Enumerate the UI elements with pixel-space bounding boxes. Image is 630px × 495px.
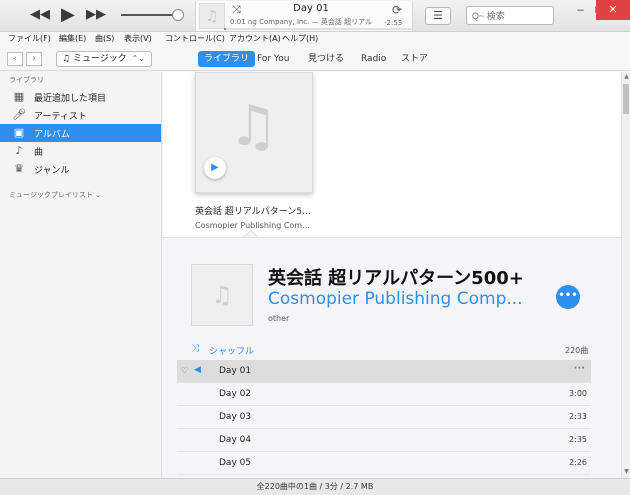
track-row[interactable]: Day 03 2:33 — [177, 406, 591, 429]
menu-song[interactable]: 曲(S) — [95, 33, 114, 44]
tab-radio[interactable]: Radio — [355, 51, 392, 67]
now-playing-title: Day 01 — [293, 3, 329, 14]
more-options-button[interactable]: ••• — [556, 285, 580, 309]
status-bar: 全220曲中の1曲 / 3分 / 2.7 MB — [0, 478, 630, 495]
navigation-bar: ‹ › ♫ ミュージック ⌃⌄ ライブラリ For You 見つける Radio… — [0, 47, 630, 71]
track-row[interactable]: ♡ ◀ Day 01 ··· — [177, 360, 591, 383]
fast-forward-icon[interactable]: ▶▶ — [86, 7, 106, 22]
track-duration: 3:00 — [569, 389, 587, 398]
album-detail-panel: ♫ 英会話 超リアルパターン500+ Cosmopier Publishing … — [163, 237, 621, 478]
sidebar-item-label: 曲 — [34, 148, 44, 158]
track-more-button[interactable]: ··· — [574, 363, 585, 374]
genre-icon: ♛ — [14, 162, 24, 175]
play-icon: ▶ — [211, 162, 219, 173]
menu-controls[interactable]: コントロール(C) — [165, 33, 225, 44]
sidebar-item-recently-added[interactable]: ▦ 最近追加した項目 — [0, 88, 161, 106]
play-icon[interactable]: ▶ — [61, 4, 75, 25]
now-playing-subtitle: 0:01 ng Company, Inc. — 英会話 超リアル — [230, 17, 396, 27]
music-note-icon: ♫ — [62, 54, 71, 64]
menu-file[interactable]: ファイル(F) — [8, 33, 51, 44]
progress-fill — [224, 28, 226, 30]
forward-button[interactable]: › — [26, 52, 42, 66]
repeat-icon[interactable]: ⟳ — [392, 3, 402, 17]
volume-slider[interactable] — [121, 14, 177, 16]
scroll-up-arrow[interactable]: ▲ — [622, 72, 630, 81]
elapsed-time: 0:01 — [230, 18, 246, 26]
rewind-icon[interactable]: ◀◀ — [30, 7, 50, 22]
sidebar: ライブラリ ▦ 最近追加した項目 🎤︎ アーティスト ▣ アルバム ♪ 曲 ♛ … — [0, 72, 162, 478]
sidebar-item-songs[interactable]: ♪ 曲 — [0, 142, 161, 160]
back-button[interactable]: ‹ — [7, 52, 23, 66]
volume-knob[interactable] — [172, 9, 184, 21]
up-next-list-button[interactable]: ☰ — [425, 7, 451, 25]
music-note-icon: ♫ — [199, 3, 225, 29]
track-duration: 2:35 — [569, 435, 587, 444]
sidebar-item-label: ジャンル — [34, 166, 70, 176]
music-note-icon: ♫ — [211, 281, 233, 309]
ellipsis-icon: ••• — [558, 290, 578, 301]
play-album-button[interactable]: ▶ — [204, 157, 226, 179]
player-bar: ◀◀ ▶ ▶▶ ♫ ⤨ Day 01 0:01 ng Company, Inc.… — [0, 0, 630, 32]
album-tile-artist[interactable]: Cosmopier Publishing Com... — [195, 221, 310, 230]
sidebar-item-label: 最近追加した項目 — [34, 94, 107, 104]
album-view: ♫ ▶ 英会話 超リアルパターン5... Cosmopier Publishin… — [163, 72, 621, 478]
track-row[interactable]: Day 05 2:26 — [177, 452, 591, 475]
search-input[interactable] — [466, 6, 554, 25]
scroll-down-arrow[interactable]: ▼ — [622, 467, 630, 476]
now-playing-display: ♫ ⤨ Day 01 0:01 ng Company, Inc. — 英会話 超… — [195, 1, 414, 31]
shuffle-icon: ⤨ — [191, 343, 199, 354]
music-note-icon: ♪ — [15, 144, 23, 157]
library-heading: ライブラリ — [9, 76, 44, 84]
close-button[interactable]: ✕ — [596, 0, 630, 20]
media-type-label: ミュージック — [72, 54, 127, 64]
tab-library[interactable]: ライブラリ — [198, 51, 256, 67]
album-artwork: ♫ — [191, 264, 253, 326]
track-name: Day 01 — [219, 366, 252, 376]
music-playlists-heading[interactable]: ミュージックプレイリスト ⌄ — [9, 190, 101, 200]
menu-view[interactable]: 表示(V) — [124, 33, 152, 44]
scroll-thumb[interactable] — [623, 84, 629, 114]
sidebar-item-artists[interactable]: 🎤︎ アーティスト — [0, 106, 161, 124]
sidebar-item-albums[interactable]: ▣ アルバム — [0, 124, 161, 142]
track-name: Day 04 — [219, 435, 252, 445]
track-row[interactable]: Day 04 2:35 — [177, 429, 591, 452]
album-artwork-tile[interactable]: ♫ ▶ — [195, 72, 313, 193]
album-icon: ▣ — [13, 126, 25, 139]
tab-store[interactable]: ストア — [395, 51, 434, 67]
shuffle-icon[interactable]: ⤨ — [232, 3, 241, 17]
list-icon: ☰ — [433, 9, 443, 22]
menu-account[interactable]: アカウント(A) — [229, 33, 281, 44]
album-artist-link[interactable]: Cosmopier Publishing Comp... — [268, 289, 523, 309]
microphone-icon: 🎤︎ — [12, 108, 26, 121]
speaker-icon: ◀ — [194, 365, 201, 375]
album-tile-title[interactable]: 英会話 超リアルパターン5... — [195, 204, 311, 217]
sidebar-item-label: アルバム — [34, 130, 70, 140]
track-duration: 2:26 — [569, 458, 587, 467]
track-name: Day 02 — [219, 389, 252, 399]
sidebar-item-genres[interactable]: ♛ ジャンル — [0, 160, 161, 178]
grid-calendar-icon: ▦ — [13, 90, 25, 103]
menu-help[interactable]: ヘルプ(H) — [282, 33, 318, 44]
playback-progress[interactable] — [224, 28, 414, 30]
track-name: Day 05 — [219, 458, 252, 468]
album-genre: other — [268, 314, 290, 323]
menu-edit[interactable]: 編集(E) — [59, 33, 86, 44]
album-title: 英会話 超リアルパターン500+ — [268, 268, 524, 289]
remaining-time: -2:53 — [384, 19, 403, 27]
shuffle-label: シャッフル — [209, 347, 255, 357]
sidebar-item-label: アーティスト — [34, 112, 87, 122]
track-row[interactable]: Day 02 3:00 — [177, 383, 591, 406]
track-duration: 2:33 — [569, 412, 587, 421]
music-note-icon: ♫ — [228, 94, 279, 159]
menu-bar: ファイル(F) 編集(E) 曲(S) 表示(V) コントロール(C) アカウント… — [0, 32, 630, 47]
scrollbar[interactable]: ▲ ▼ — [621, 72, 630, 478]
tab-browse[interactable]: 見つける — [302, 51, 350, 67]
tab-for-you[interactable]: For You — [251, 51, 295, 67]
media-type-picker[interactable]: ♫ ミュージック ⌃⌄ — [56, 51, 152, 67]
song-count: 220曲 — [565, 346, 589, 355]
chevron-updown-icon: ⌃⌄ — [131, 54, 145, 63]
track-name: Day 03 — [219, 412, 252, 422]
now-playing-artist-album: ng Company, Inc. — 英会話 超リアル — [247, 18, 373, 26]
heart-icon[interactable]: ♡ — [181, 366, 188, 375]
